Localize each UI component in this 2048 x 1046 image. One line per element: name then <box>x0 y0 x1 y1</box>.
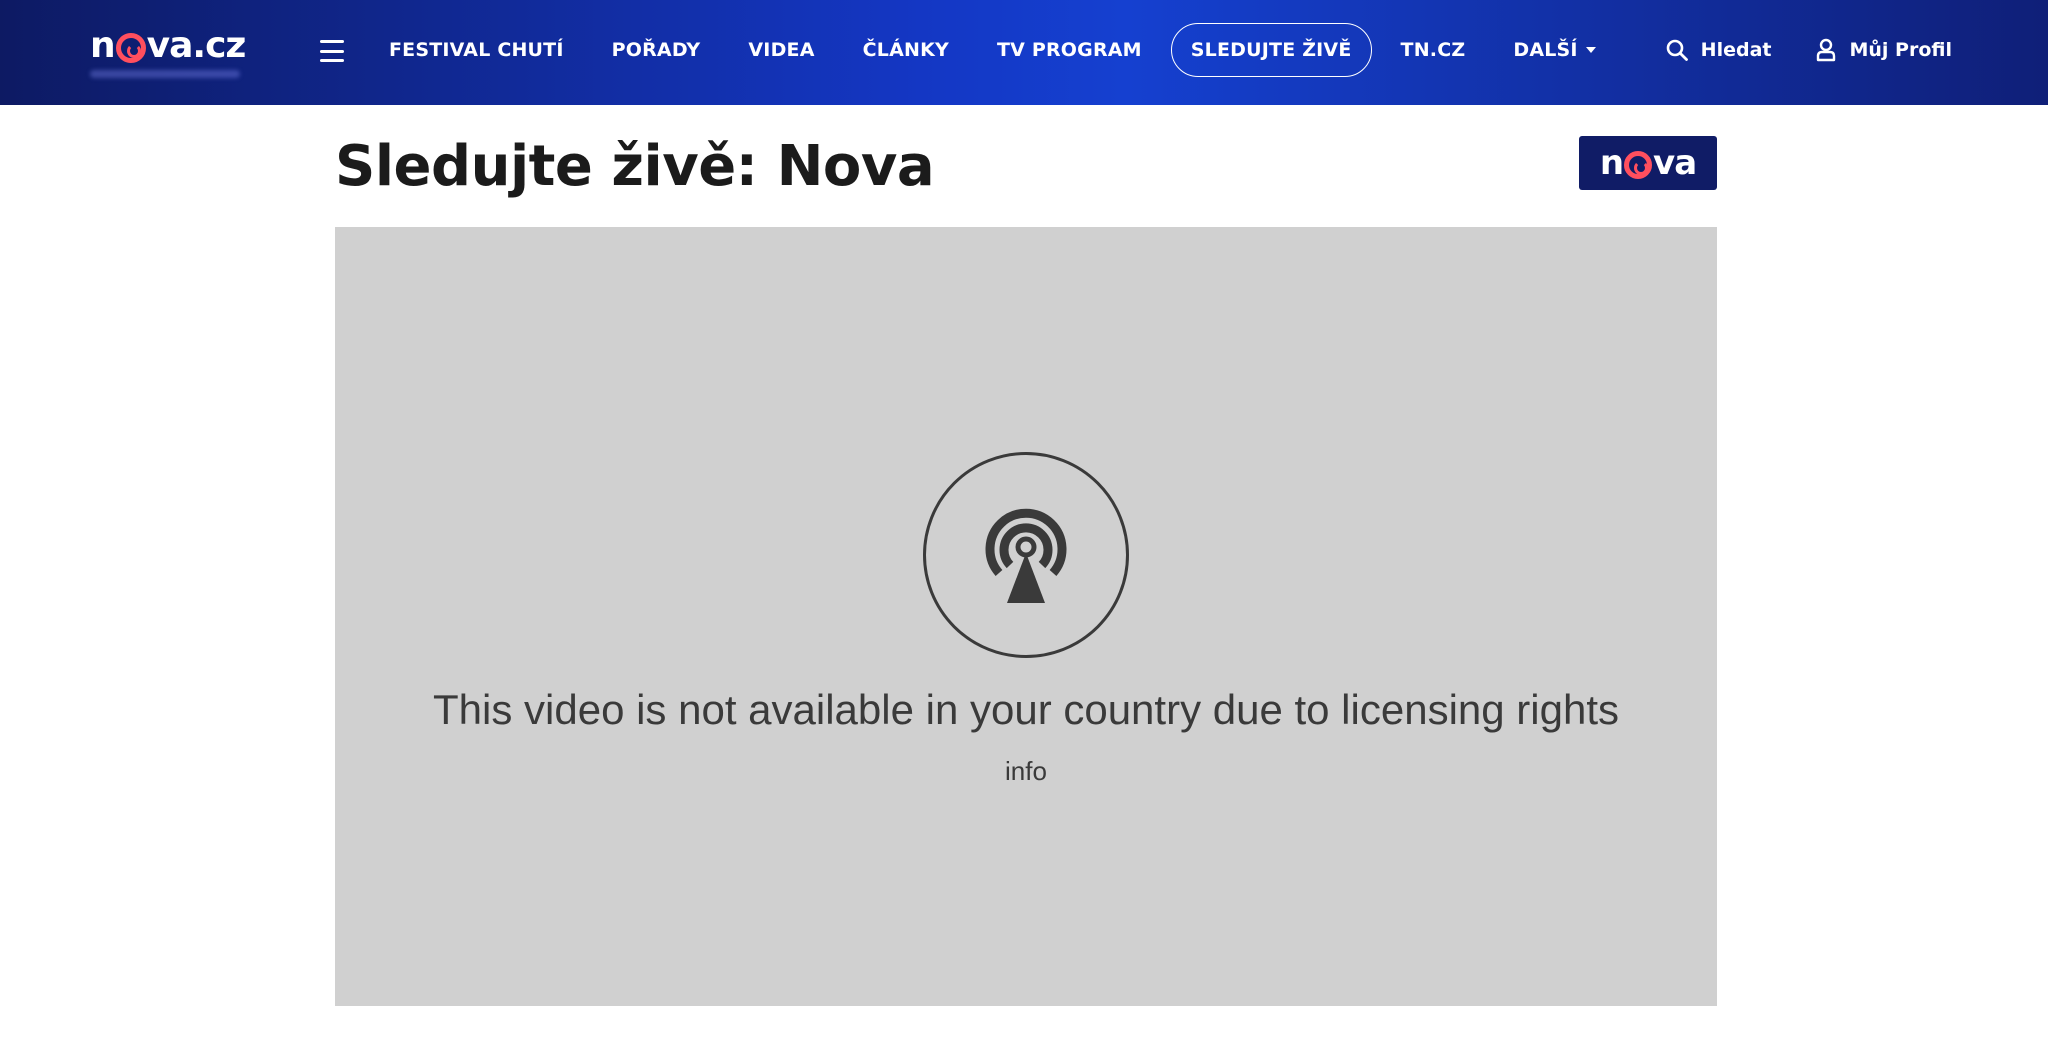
video-player[interactable]: This video is not available in your coun… <box>335 227 1717 1006</box>
badge-text-end: va <box>1653 143 1697 183</box>
search-label: Hledat <box>1700 39 1772 61</box>
broadcast-glyph <box>985 508 1067 603</box>
broadcast-icon <box>923 452 1129 658</box>
logo-swirl-icon <box>115 33 146 63</box>
info-link[interactable]: info <box>1005 756 1047 787</box>
profile-label: Můj Profil <box>1849 39 1952 61</box>
nav-tv-program[interactable]: TV PROGRAM <box>973 23 1166 77</box>
top-navigation-bar: n va.cz FESTIVAL CHUTÍ POŘADY VIDEA ČLÁN… <box>0 0 2048 105</box>
hamburger-icon[interactable] <box>320 40 344 62</box>
title-row: Sledujte živě: Nova n va <box>335 130 1717 210</box>
channel-logo-badge: n va <box>1579 136 1717 190</box>
logo-tagline-blurred <box>90 70 240 78</box>
nav-dalsi[interactable]: DALŠÍ <box>1489 23 1619 77</box>
badge-wordmark: n va <box>1599 143 1697 183</box>
nav-porady[interactable]: POŘADY <box>588 23 725 77</box>
badge-text-start: n <box>1599 143 1624 183</box>
nav-videa[interactable]: VIDEA <box>724 23 838 77</box>
search-button[interactable]: Hledat <box>1665 38 1772 62</box>
logo-wordmark: n va.cz <box>90 25 247 66</box>
nav-tn-cz[interactable]: TN.CZ <box>1377 23 1490 77</box>
nav-sledujte-zive[interactable]: SLEDUJTE ŽIVĚ <box>1170 23 1372 77</box>
logo-text-end: va.cz <box>146 25 247 66</box>
logo-text-start: n <box>90 25 116 66</box>
nav-clanky[interactable]: ČLÁNKY <box>839 23 973 77</box>
user-icon <box>1817 38 1836 62</box>
geoblock-message: This video is not available in your coun… <box>433 686 1619 733</box>
main-nav: FESTIVAL CHUTÍ POŘADY VIDEA ČLÁNKY TV PR… <box>365 23 1620 77</box>
page-title: Sledujte živě: Nova <box>335 134 935 199</box>
profile-button[interactable]: Můj Profil <box>1815 38 1952 62</box>
search-icon <box>1666 39 1688 61</box>
badge-swirl-icon <box>1624 151 1653 179</box>
nav-dalsi-label: DALŠÍ <box>1513 39 1578 61</box>
site-logo[interactable]: n va.cz <box>90 25 247 78</box>
header-tools: Hledat Můj Profil <box>1665 23 1952 77</box>
caret-down-icon <box>1585 47 1596 53</box>
nav-festival-chuti[interactable]: FESTIVAL CHUTÍ <box>365 23 588 77</box>
